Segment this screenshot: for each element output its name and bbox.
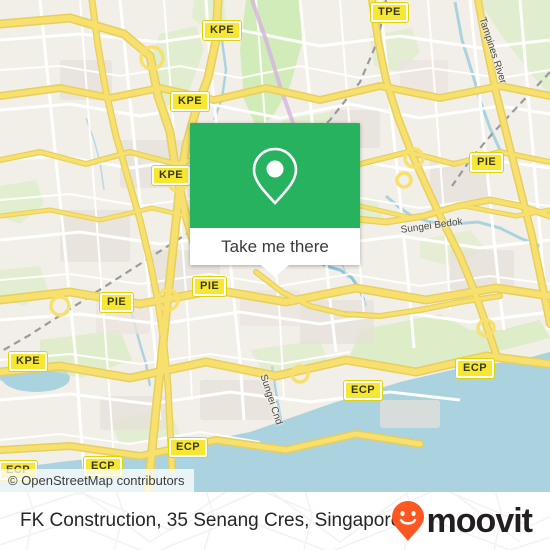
- map-share-card: TPE KPE KPE KPE PIE PIE PIE KPE ECP ECP …: [0, 0, 550, 550]
- place-title: FK Construction, 35 Senang Cres, Singapo…: [20, 510, 402, 531]
- road-shield: KPE: [201, 20, 243, 41]
- moovit-smiley-pin-icon: [391, 501, 424, 541]
- moovit-logo[interactable]: moovit: [391, 500, 533, 542]
- road-shield: PIE: [468, 152, 505, 173]
- road-shield: KPE: [7, 351, 49, 372]
- road-shield: PIE: [191, 276, 228, 297]
- road-shield: PIE: [98, 292, 135, 313]
- location-callout-card[interactable]: Take me there: [190, 123, 360, 277]
- road-shield: TPE: [370, 2, 409, 23]
- take-me-there-button[interactable]: Take me there: [190, 228, 360, 265]
- road-shield: KPE: [150, 165, 192, 186]
- footer-bar: FK Construction, 35 Senang Cres, Singapo…: [0, 492, 550, 550]
- map-canvas[interactable]: TPE KPE KPE KPE PIE PIE PIE KPE ECP ECP …: [0, 0, 550, 492]
- osm-attribution[interactable]: © OpenStreetMap contributors: [0, 469, 194, 492]
- moovit-wordmark: moovit: [426, 502, 533, 540]
- road-shield: ECP: [167, 437, 209, 458]
- road-shield: ECP: [454, 358, 496, 379]
- take-me-there-label: Take me there: [221, 236, 329, 256]
- road-shield: KPE: [169, 91, 211, 112]
- callout-pin-area: [190, 123, 360, 228]
- callout-tail: [261, 265, 289, 277]
- map-pin-icon: [252, 147, 298, 205]
- road-shield: ECP: [342, 380, 384, 401]
